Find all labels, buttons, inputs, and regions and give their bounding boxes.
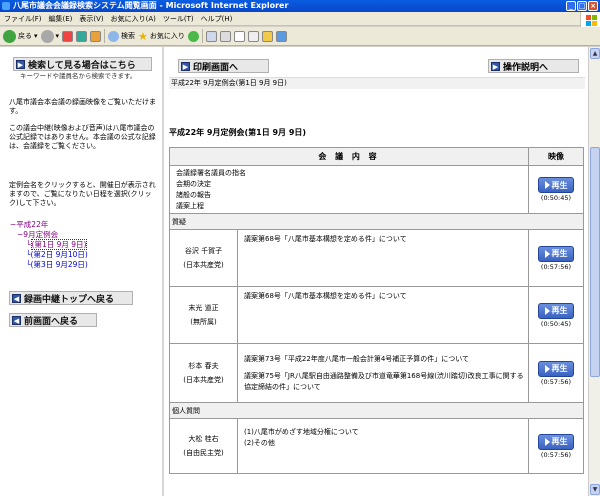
duration: (0:50:45) [540, 194, 572, 202]
table-row: 谷沢 千賀子 (日本共産党) 議案第68号「八尾市基本構想を定める件」について … [169, 229, 584, 287]
play-icon [544, 306, 550, 315]
tree-day-3[interactable]: └(第3日 9月29日) [10, 260, 88, 270]
play-button[interactable]: 再生 [538, 360, 574, 377]
play-icon [544, 437, 550, 446]
window-titlebar: 八尾市議会会議録検索システム閲覧画面 - Microsoft Internet … [0, 0, 600, 12]
search-view-button[interactable]: ▶ 検索して見る場合はこちら [13, 57, 152, 71]
tree-day-1[interactable]: └(第1日 9月 9日) [10, 239, 88, 250]
ie-icon [2, 2, 10, 10]
speaker-name: 大松 桂右 [188, 435, 219, 443]
speaker-party: (日本共産党) [183, 261, 224, 269]
speaker-party: (日本共産党) [183, 376, 224, 384]
help-button[interactable]: ▶ 操作説明へ [488, 59, 579, 73]
section-label: 個人質問 [169, 402, 584, 419]
toolbar-separator [104, 29, 106, 43]
forward-button[interactable]: ▾ [40, 29, 59, 43]
speaker-name: 杉本 春夫 [188, 362, 219, 370]
page-content: ▶ 検索して見る場合はこちら キーワードや議員名から検索できます。 八尾市議会本… [0, 47, 600, 496]
vertical-scrollbar[interactable]: ▲ ▼ [588, 47, 600, 496]
arrow-right-icon: ▶ [491, 61, 500, 71]
speaker-party: (無所属) [190, 318, 217, 326]
arrow-left-icon: ◀ [12, 315, 21, 325]
back-arrow-icon [3, 29, 16, 43]
browser-toolbar: 戻る ▾ ▾ 検索 ★ お気に入り [0, 27, 600, 46]
speaker-name: 末光 道正 [188, 304, 219, 312]
play-button[interactable]: 再生 [538, 245, 574, 262]
play-icon [544, 249, 550, 258]
discuss-icon[interactable] [247, 30, 259, 42]
search-note: キーワードや議員名から検索できます。 [20, 72, 137, 80]
print-icon[interactable] [219, 30, 231, 42]
messenger-icon[interactable] [275, 30, 287, 42]
star-icon: ★ [138, 29, 148, 43]
duration: (0:57:56) [540, 450, 572, 459]
section-row: 質疑 [169, 213, 584, 230]
print-view-button[interactable]: ▶ 印刷画面へ [178, 59, 269, 73]
main-panel: ▶ 印刷画面へ ▶ 操作説明へ 平成22年 9月定例会(第1日 9月 9日) 平… [166, 47, 586, 496]
speaker-party: (自由民主党) [183, 449, 224, 457]
col-header-video: 映像 [528, 147, 584, 166]
duration: (0:50:45) [540, 319, 572, 328]
play-button[interactable]: 再生 [538, 433, 574, 450]
home-icon[interactable] [90, 30, 102, 42]
maximize-button[interactable]: □ [577, 1, 587, 11]
close-button[interactable]: × [588, 1, 598, 11]
tree-day-2[interactable]: └(第2日 9月10日) [10, 250, 88, 260]
edit-icon[interactable] [233, 30, 245, 42]
menu-view[interactable]: 表示(V) [79, 14, 103, 24]
search-icon [108, 30, 120, 42]
folder-icon[interactable] [261, 30, 273, 42]
scroll-up-icon[interactable]: ▲ [590, 48, 600, 59]
menu-favorites[interactable]: お気に入り(A) [111, 14, 156, 24]
scroll-down-icon[interactable]: ▼ [590, 484, 600, 495]
media-icon[interactable] [187, 30, 199, 42]
play-button[interactable]: 再生 [538, 177, 574, 193]
forward-arrow-icon [40, 29, 54, 43]
col-header-content: 会 議 内 容 [169, 147, 529, 166]
section-label: 質疑 [169, 213, 584, 230]
search-button[interactable]: 検索 [108, 30, 135, 42]
arrow-right-icon: ▶ [181, 61, 190, 71]
refresh-icon[interactable] [76, 30, 88, 42]
back-button[interactable]: 戻る ▾ [3, 29, 38, 43]
play-icon [544, 364, 550, 373]
table-row: 会議録署名議員の指名 会期の決定 諸般の報告 議案上程 再生 (0:50:45) [169, 165, 584, 214]
section-row: 個人質問 [169, 402, 584, 419]
session-tree: −平成22年 −9月定例会 └(第1日 9月 9日) └(第2日 9月10日) … [10, 220, 88, 270]
toolbar-separator [201, 29, 203, 43]
page-title: 平成22年 9月定例会(第1日 9月 9日) [169, 128, 307, 137]
window-title: 八尾市議会会議録検索システム閲覧画面 - Microsoft Internet … [13, 1, 289, 10]
table-row: 杉本 春夫 (日本共産党) 議案第73号「平成22年度八尾市一般会計第4号補正予… [169, 343, 584, 403]
sidebar-description: 八尾市議会本会議の録画映像をご覧いただけます。 この議会中継(映像および音声)は… [9, 98, 156, 150]
session-strip: 平成22年 9月定例会(第1日 9月 9日) [169, 77, 585, 89]
favorites-button[interactable]: ★ お気に入り [138, 30, 185, 43]
menu-file[interactable]: ファイル(F) [4, 14, 42, 24]
play-icon [544, 181, 550, 189]
stop-icon[interactable] [62, 30, 74, 42]
arrow-left-icon: ◀ [12, 293, 21, 303]
prev-page-button[interactable]: ◀ 前画面へ戻る [9, 313, 97, 327]
windows-logo-icon [580, 12, 600, 28]
play-button[interactable]: 再生 [538, 302, 574, 319]
menu-help[interactable]: ヘルプ(H) [201, 14, 233, 24]
mail-icon[interactable] [205, 30, 217, 42]
menu-edit[interactable]: 編集(E) [49, 14, 73, 24]
sidebar-instruction: 定例会名をクリックすると、開催日が表示されますので、ご覧になりたい日程を選択(ク… [9, 181, 156, 207]
menu-tools[interactable]: ツール(T) [163, 14, 194, 24]
arrow-right-icon: ▶ [16, 59, 25, 69]
table-row: 末光 道正 (無所属) 議案第68号「八尾市基本構想を定める件」について 再生 … [169, 286, 584, 344]
sidebar: ▶ 検索して見る場合はこちら キーワードや議員名から検索できます。 八尾市議会本… [0, 47, 164, 496]
table-row: 大松 桂右 (自由民主党) (1)八尾市がめざす地域分権について (2)その他 … [169, 418, 584, 474]
duration: (0:57:56) [540, 377, 572, 386]
menu-bar: ファイル(F) 編集(E) 表示(V) お気に入り(A) ツール(T) ヘルプ(… [0, 12, 600, 26]
minimize-button[interactable]: _ [566, 1, 576, 11]
speaker-name: 谷沢 千賀子 [184, 247, 223, 255]
back-to-top-button[interactable]: ◀ 録画中継トップへ戻る [9, 291, 133, 305]
scrollbar-thumb[interactable] [590, 147, 600, 377]
tree-year[interactable]: −平成22年 [10, 220, 88, 230]
agenda-table: 会 議 内 容 映像 会議録署名議員の指名 会期の決定 諸般の報告 議案上程 再… [169, 147, 584, 474]
duration: (0:57:56) [540, 262, 572, 271]
